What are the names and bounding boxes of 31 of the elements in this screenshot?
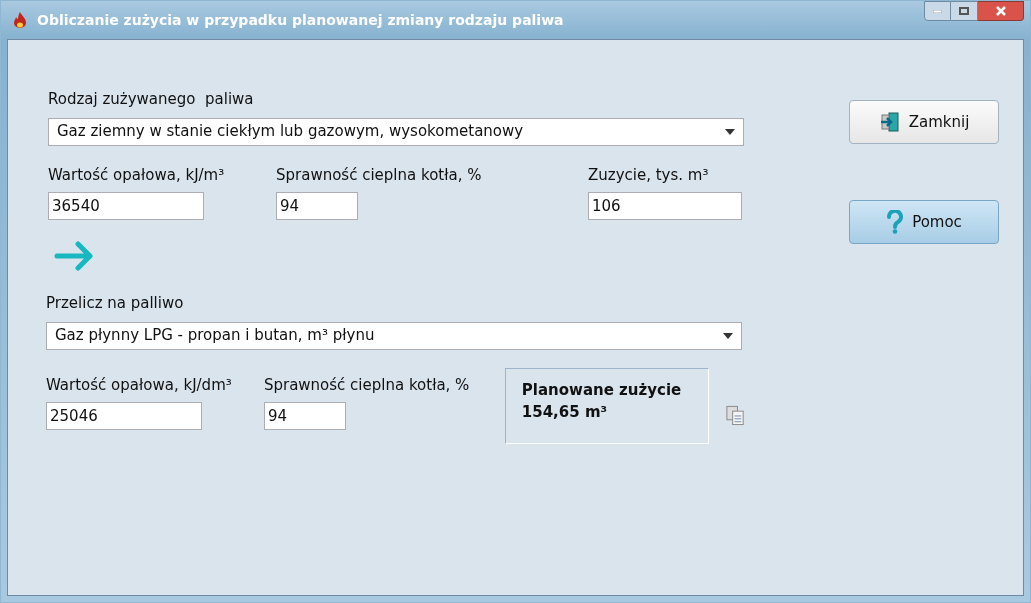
copy-icon bbox=[724, 403, 746, 426]
close-icon bbox=[995, 6, 1006, 16]
fuel-label: Rodzaj zużywanego paliwa bbox=[48, 89, 255, 110]
result-value: 154,65 m³ bbox=[521, 402, 609, 423]
caret-icon bbox=[725, 128, 735, 135]
input-field[interactable]: 94 bbox=[276, 192, 358, 220]
input-field[interactable]: 94 bbox=[263, 402, 346, 430]
help-button[interactable]: Pomoc bbox=[849, 200, 999, 244]
flame-icon bbox=[11, 11, 29, 29]
field-label: Sprawność cieplna kotła, % bbox=[276, 164, 483, 186]
field-label: Sprawność cieplna kotła, % bbox=[263, 374, 471, 396]
window-title: Obliczanie zużycia w przypadku planowanej zmiany rodzaju paliwa bbox=[37, 10, 564, 30]
result-title: Planowane zużycie bbox=[521, 379, 683, 401]
maximize-icon bbox=[959, 7, 969, 15]
exit-door-icon bbox=[878, 111, 901, 133]
input-field[interactable]: 106 bbox=[588, 192, 742, 220]
fuel-dropdown[interactable]: Gaz płynny LPG - propan i butan, m³ płynu bbox=[46, 321, 742, 350]
input-field[interactable]: 36540 bbox=[48, 192, 204, 220]
field-label: Wartość opałowa, kJ/m³ bbox=[48, 164, 226, 186]
close-button[interactable] bbox=[978, 1, 1024, 21]
close-dialog-button[interactable]: Zamknij bbox=[849, 100, 999, 144]
fuel-label: Przelicz na palliwo bbox=[46, 293, 185, 314]
caret-icon bbox=[723, 332, 733, 339]
field-label: Wartość opałowa, kJ/dm³ bbox=[46, 374, 233, 396]
input-field[interactable]: 25046 bbox=[46, 402, 202, 430]
field-label: Zuzycie, tys. m³ bbox=[588, 164, 710, 186]
minimize-icon bbox=[933, 9, 942, 13]
arrow-right-icon bbox=[54, 240, 94, 272]
maximize-button[interactable] bbox=[951, 1, 978, 21]
fuel-dropdown[interactable]: Gaz ziemny w stanie ciekłym lub gazowym, wysokometanowy bbox=[48, 117, 744, 146]
help-icon bbox=[886, 210, 905, 234]
